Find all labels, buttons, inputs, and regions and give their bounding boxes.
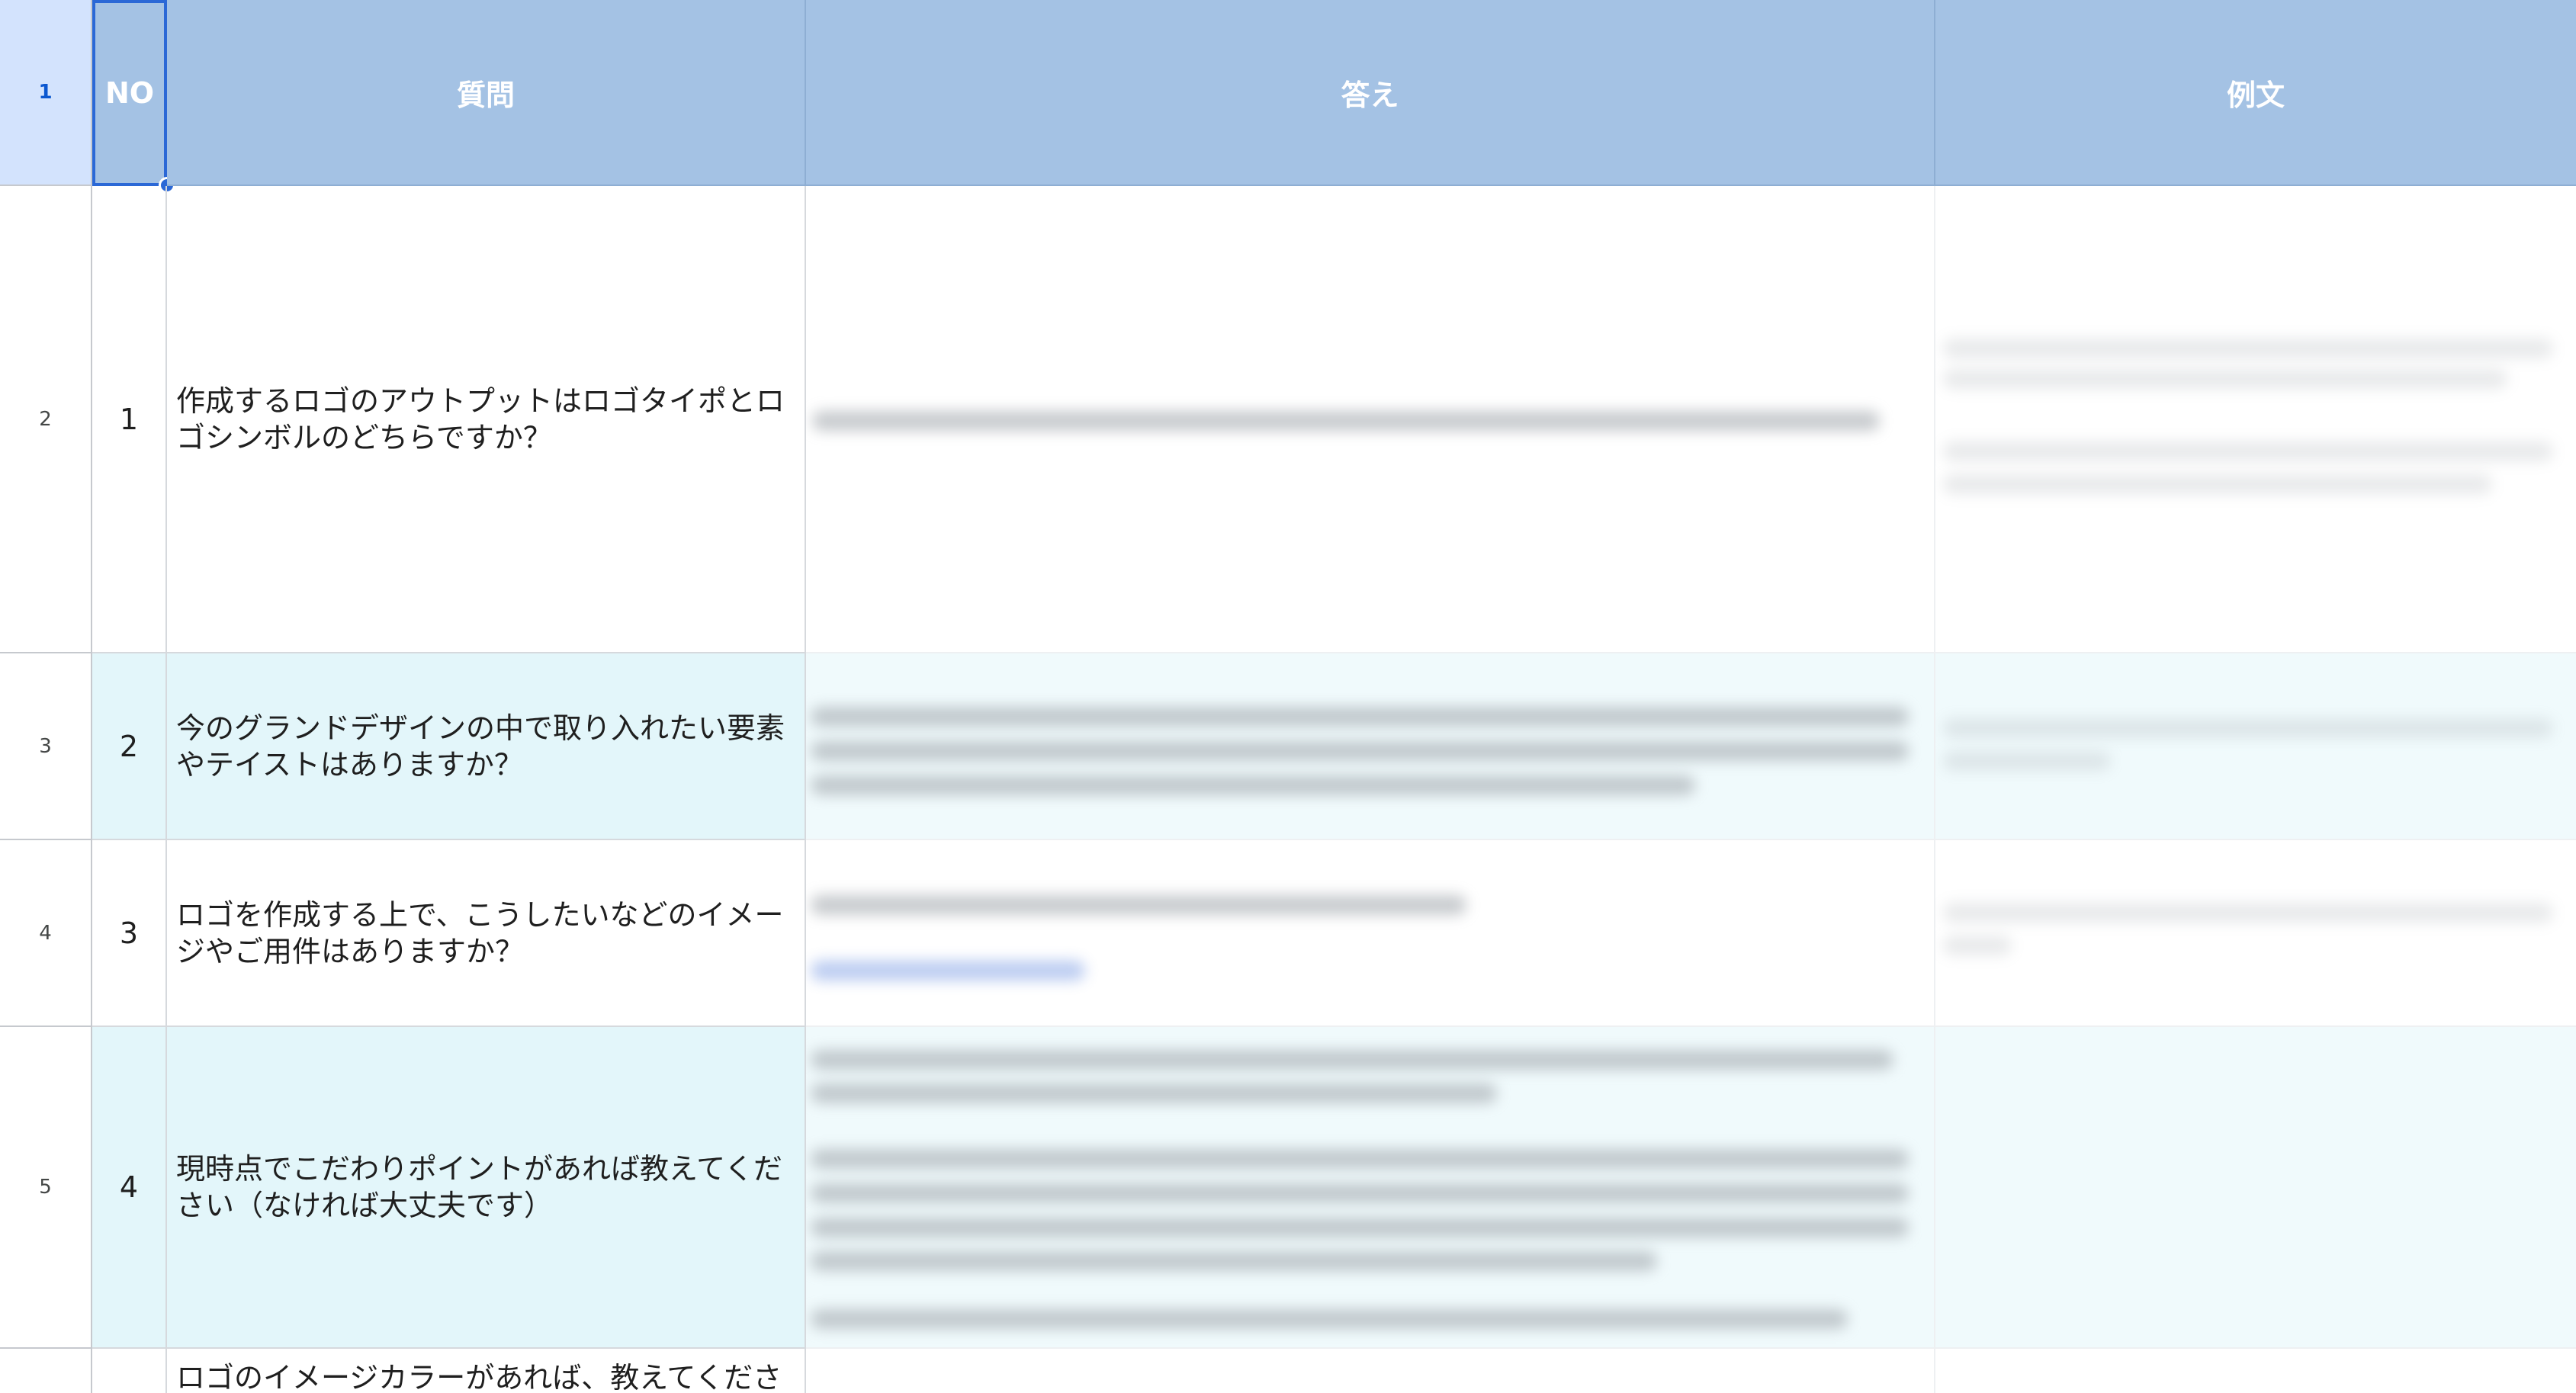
- table-cell-example-redacted[interactable]: [1935, 840, 2576, 1027]
- redacted-text: [811, 1309, 1848, 1329]
- redacted-text: [811, 741, 1909, 761]
- table-cell-question[interactable]: 今のグランドデザインの中で取り入れたい要素やテイストはありますか？: [167, 653, 806, 840]
- redacted-text: [1943, 751, 2111, 771]
- row-header-3[interactable]: 3: [0, 653, 92, 840]
- cell-value: 今のグランドデザインの中で取り入れたい要素やテイストはありますか？: [176, 711, 785, 782]
- spreadsheet-grid: 1 NO 質問 答え 例文 2 1 作成するロゴのアウトプットはロゴタイポとロゴ…: [0, 0, 2576, 1393]
- cell-value: 4: [119, 1170, 139, 1204]
- table-cell-no[interactable]: 2: [92, 653, 167, 840]
- table-cell-example[interactable]: [1935, 1349, 2576, 1393]
- redacted-text: [1943, 339, 2553, 358]
- redacted-text: [811, 775, 1695, 795]
- redacted-text: [811, 707, 1909, 727]
- table-cell-no[interactable]: 1: [92, 186, 167, 653]
- cell-value: 現時点でこだわりポイントがあれば教えてください（なければ大丈夫です）: [176, 1152, 782, 1222]
- row-header-6[interactable]: [0, 1349, 92, 1393]
- redacted-text: [812, 411, 1880, 431]
- cell-value: ロゴのイメージカラーがあれば、教えてくださ: [176, 1361, 782, 1393]
- table-cell-no[interactable]: 3: [92, 840, 167, 1027]
- header-label: 例文: [2226, 78, 2285, 112]
- header-cell-example[interactable]: 例文: [1935, 0, 2576, 186]
- table-cell-example-redacted[interactable]: [1935, 653, 2576, 840]
- redacted-text: [811, 1251, 1657, 1271]
- table-cell-answer-redacted[interactable]: [806, 840, 1935, 1027]
- redacted-text: [1943, 903, 2553, 923]
- table-cell-question[interactable]: ロゴを作成する上で、こうしたいなどのイメージやご用件はありますか？: [167, 840, 806, 1027]
- redacted-text: [1943, 441, 2553, 461]
- cell-value: 1: [119, 402, 139, 436]
- cell-value: 2: [119, 729, 139, 763]
- redacted-text: [1943, 936, 2012, 955]
- redacted-link[interactable]: [811, 961, 1085, 981]
- table-cell-example[interactable]: [1935, 1027, 2576, 1349]
- table-cell-no[interactable]: 4: [92, 1027, 167, 1349]
- row-number: 5: [39, 1176, 52, 1199]
- redacted-text: [1943, 718, 2553, 738]
- cell-value: 3: [119, 916, 139, 950]
- redacted-text: [811, 1218, 1909, 1237]
- table-cell-question[interactable]: ロゴのイメージカラーがあれば、教えてくださ: [167, 1349, 806, 1393]
- row-number: 4: [39, 921, 52, 945]
- cell-value: ロゴを作成する上で、こうしたいなどのイメージやご用件はありますか？: [176, 897, 784, 968]
- row-header-4[interactable]: 4: [0, 840, 92, 1027]
- row-header-1[interactable]: 1: [0, 0, 92, 186]
- redacted-text: [811, 1083, 1497, 1103]
- table-cell-answer-redacted[interactable]: [806, 653, 1935, 840]
- row-number: 2: [39, 407, 52, 431]
- table-cell-answer[interactable]: [806, 1349, 1935, 1393]
- redacted-text: [811, 1183, 1909, 1203]
- table-cell-no[interactable]: [92, 1349, 167, 1393]
- row-number: 3: [39, 734, 52, 758]
- redacted-text: [1943, 474, 2492, 494]
- header-cell-no[interactable]: NO: [92, 0, 167, 186]
- redacted-text: [1943, 369, 2507, 389]
- row-number: 1: [38, 81, 53, 104]
- row-header-5[interactable]: 5: [0, 1027, 92, 1349]
- row-header-2[interactable]: 2: [0, 186, 92, 653]
- table-cell-example-redacted[interactable]: [1935, 186, 2576, 653]
- header-label: NO: [104, 76, 155, 110]
- redacted-text: [811, 1149, 1909, 1169]
- table-cell-answer-redacted[interactable]: [806, 1027, 1935, 1349]
- header-cell-answer[interactable]: 答え: [806, 0, 1935, 186]
- redacted-text: [811, 1050, 1893, 1070]
- redacted-text: [811, 895, 1466, 915]
- cell-value: 作成するロゴのアウトプットはロゴタイポとロゴシンボルのどちらですか？: [176, 384, 785, 454]
- table-cell-question[interactable]: 現時点でこだわりポイントがあれば教えてください（なければ大丈夫です）: [167, 1027, 806, 1349]
- header-label: 質問: [456, 78, 515, 112]
- header-label: 答え: [1341, 78, 1399, 112]
- header-cell-question[interactable]: 質問: [167, 0, 806, 186]
- table-cell-answer-redacted[interactable]: [806, 186, 1935, 653]
- table-cell-question[interactable]: 作成するロゴのアウトプットはロゴタイポとロゴシンボルのどちらですか？: [167, 186, 806, 653]
